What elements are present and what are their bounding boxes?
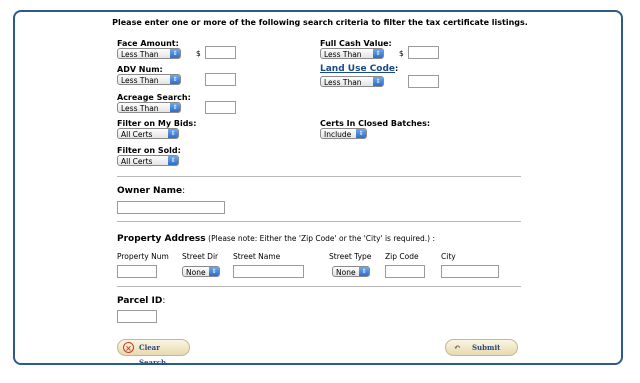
filter-sold-label: Filter on Sold: bbox=[117, 146, 181, 155]
zip-code-label: Zip Code bbox=[385, 252, 419, 261]
face-amount-label: Face Amount: bbox=[117, 39, 179, 48]
owner-name-input[interactable] bbox=[117, 201, 225, 214]
filter-bids-select-value: All Certs bbox=[121, 130, 153, 139]
closed-batches-label: Certs In Closed Batches: bbox=[320, 119, 431, 128]
owner-name-text: Owner Name bbox=[117, 186, 183, 196]
street-type-select-value: None bbox=[336, 268, 356, 277]
search-panel: Please enter one or more of the followin… bbox=[13, 10, 623, 367]
instructions-text: Please enter one or more of the followin… bbox=[112, 18, 528, 27]
closed-batches-select-value: Include bbox=[324, 130, 352, 139]
chevron-updown-icon: ⇕ bbox=[168, 156, 178, 165]
parcel-id-text: Parcel ID bbox=[117, 296, 163, 306]
chevron-updown-icon: ⇕ bbox=[168, 129, 178, 138]
street-type-select[interactable]: None ⇕ bbox=[332, 266, 370, 277]
city-input[interactable] bbox=[441, 265, 499, 278]
clear-search-label: Clear Search bbox=[139, 343, 167, 367]
submit-label: Submit bbox=[472, 343, 501, 352]
street-type-label: Street Type bbox=[329, 252, 372, 261]
street-dir-label: Street Dir bbox=[182, 252, 219, 261]
face-amount-currency: $ bbox=[196, 49, 201, 58]
acreage-input[interactable] bbox=[205, 101, 236, 114]
adv-num-input[interactable] bbox=[205, 73, 236, 86]
acreage-select-value: Less Than bbox=[121, 104, 159, 113]
street-name-input[interactable] bbox=[233, 265, 304, 278]
owner-name-colon: : bbox=[182, 186, 186, 196]
chevron-updown-icon: ⇕ bbox=[373, 49, 383, 58]
street-dir-select[interactable]: None ⇕ bbox=[182, 266, 220, 277]
chevron-updown-icon: ⇕ bbox=[359, 267, 369, 276]
full-cash-value-currency: $ bbox=[399, 49, 404, 58]
divider bbox=[117, 286, 521, 287]
filter-sold-select-value: All Certs bbox=[121, 157, 153, 166]
divider bbox=[117, 176, 521, 177]
face-amount-select[interactable]: Less Than ⇕ bbox=[117, 48, 181, 59]
face-amount-select-value: Less Than bbox=[121, 50, 159, 59]
land-use-code-label: Land Use Code: bbox=[320, 64, 398, 74]
filter-bids-label: Filter on My Bids: bbox=[117, 119, 197, 128]
acreage-label: Acreage Search: bbox=[117, 93, 191, 102]
chevron-updown-icon: ⇕ bbox=[356, 129, 366, 138]
adv-num-select[interactable]: Less Than ⇕ bbox=[117, 74, 181, 85]
chevron-updown-icon: ⇕ bbox=[170, 49, 180, 58]
full-cash-value-select[interactable]: Less Than ⇕ bbox=[320, 48, 384, 59]
chevron-updown-icon: ⇕ bbox=[170, 75, 180, 84]
parcel-id-input[interactable] bbox=[117, 310, 157, 323]
chevron-updown-icon: ⇕ bbox=[209, 267, 219, 276]
land-use-code-input[interactable] bbox=[408, 75, 439, 88]
property-num-input[interactable] bbox=[117, 265, 157, 278]
filter-sold-select[interactable]: All Certs ⇕ bbox=[117, 155, 179, 166]
property-address-note: (Please note: Either the 'Zip Code' or t… bbox=[208, 234, 435, 243]
property-address-label: Property Address bbox=[117, 234, 206, 244]
full-cash-value-select-value: Less Than bbox=[324, 50, 362, 59]
acreage-select[interactable]: Less Than ⇕ bbox=[117, 102, 181, 113]
submit-button[interactable]: ↶ Submit bbox=[445, 339, 518, 356]
full-cash-value-label: Full Cash Value: bbox=[320, 39, 392, 48]
land-use-code-link[interactable]: Land Use Code bbox=[320, 64, 395, 74]
adv-num-label: ADV Num: bbox=[117, 65, 163, 74]
owner-name-label: Owner Name: bbox=[117, 186, 185, 196]
divider bbox=[117, 221, 521, 222]
parcel-id-label: Parcel ID: bbox=[117, 296, 165, 306]
city-label: City bbox=[441, 252, 456, 261]
land-use-code-select[interactable]: Less Than ⇕ bbox=[320, 76, 384, 87]
clear-search-button[interactable]: × Clear Search bbox=[117, 339, 190, 367]
clear-x-icon: × bbox=[123, 342, 134, 353]
zip-code-input[interactable] bbox=[385, 265, 425, 278]
closed-batches-select[interactable]: Include ⇕ bbox=[320, 128, 367, 139]
face-amount-input[interactable] bbox=[205, 46, 236, 59]
property-num-label: Property Num bbox=[117, 252, 169, 261]
submit-arrow-icon: ↶ bbox=[454, 342, 461, 352]
full-cash-value-input[interactable] bbox=[408, 46, 439, 59]
parcel-id-colon: : bbox=[162, 296, 166, 306]
filter-bids-select[interactable]: All Certs ⇕ bbox=[117, 128, 179, 139]
street-name-label: Street Name bbox=[233, 252, 281, 261]
street-dir-select-value: None bbox=[186, 268, 206, 277]
land-use-code-colon: : bbox=[395, 64, 399, 73]
chevron-updown-icon: ⇕ bbox=[373, 77, 383, 86]
adv-num-select-value: Less Than bbox=[121, 76, 159, 85]
land-use-code-select-value: Less Than bbox=[324, 78, 362, 87]
property-address-heading: Property Address (Please note: Either th… bbox=[117, 234, 435, 244]
chevron-updown-icon: ⇕ bbox=[170, 103, 180, 112]
